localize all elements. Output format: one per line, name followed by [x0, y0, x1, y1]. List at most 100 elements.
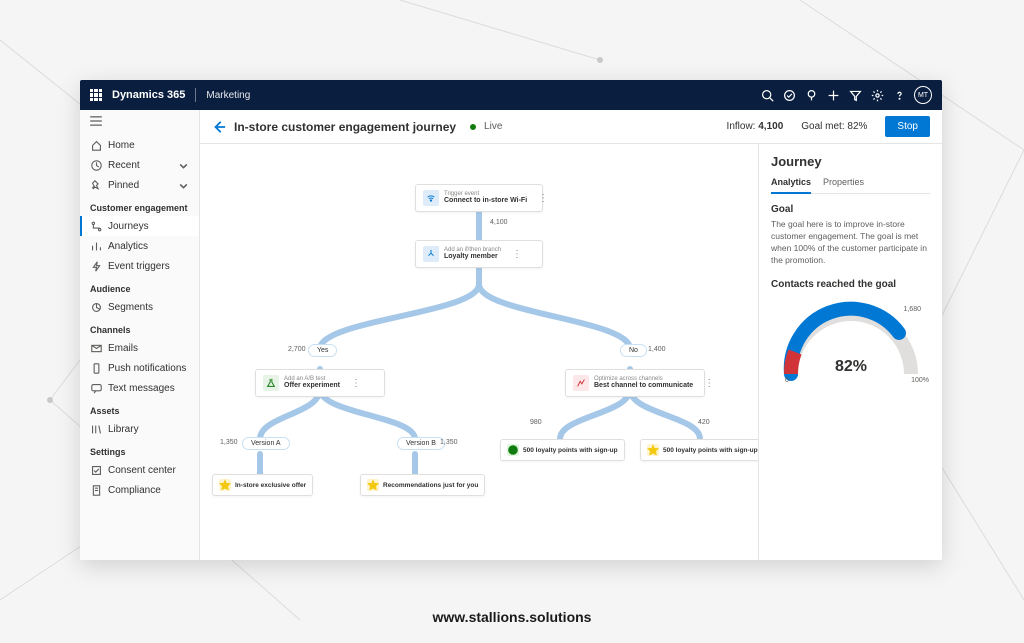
- more-icon[interactable]: ⋮: [704, 378, 714, 389]
- panel-title: Journey: [771, 154, 930, 169]
- nav-pinned[interactable]: Pinned: [80, 175, 199, 195]
- inflow-label: Inflow:: [727, 121, 756, 132]
- status-text: Live: [484, 121, 502, 132]
- tab-analytics[interactable]: Analytics: [771, 177, 811, 194]
- nav-text[interactable]: Text messages: [80, 378, 199, 398]
- node-loyalty-l[interactable]: 500 loyalty points with sign-up: [500, 439, 625, 461]
- node-offer-a[interactable]: In-store exclusive offer: [212, 474, 313, 496]
- flask-icon: [263, 375, 279, 391]
- node-label: Recommendations just for you: [383, 482, 478, 489]
- journey-canvas[interactable]: Trigger eventConnect to in-store Wi-Fi ⋮…: [200, 144, 758, 560]
- node-offer-b[interactable]: Recommendations just for you: [360, 474, 485, 496]
- nav-triggers[interactable]: Event triggers: [80, 256, 199, 276]
- node-loyalty-r[interactable]: 500 loyalty points with sign-up: [640, 439, 758, 461]
- goal-value: 82%: [847, 121, 867, 132]
- task-icon[interactable]: [778, 84, 800, 106]
- footer-url: www.stallions.solutions: [433, 609, 592, 625]
- nav-label: Journeys: [108, 221, 149, 232]
- node-branch[interactable]: Add an if/then branchLoyalty member ⋮: [415, 240, 543, 268]
- node-optimize[interactable]: Optimize across channelsBest channel to …: [565, 369, 705, 397]
- nav-label: Compliance: [108, 485, 161, 496]
- stop-button[interactable]: Stop: [885, 116, 930, 137]
- gauge-max: 100%: [911, 377, 929, 384]
- node-label: Best channel to communicate: [594, 382, 693, 390]
- bolt-icon: [90, 260, 102, 272]
- nav-compliance[interactable]: Compliance: [80, 480, 199, 500]
- segment-icon: [90, 301, 102, 313]
- node-eyebrow: Add an if/then branch: [444, 247, 501, 254]
- journey-icon: [90, 220, 102, 232]
- flow-count: 980: [530, 419, 542, 426]
- node-trigger[interactable]: Trigger eventConnect to in-store Wi-Fi ⋮: [415, 184, 543, 212]
- search-icon[interactable]: [756, 84, 778, 106]
- help-icon[interactable]: [888, 84, 910, 106]
- gear-icon[interactable]: [866, 84, 888, 106]
- gauge-min: 0: [785, 377, 789, 384]
- node-label: In-store exclusive offer: [235, 482, 306, 489]
- goalmet: Goal met: 82%: [801, 121, 867, 132]
- star-icon: [219, 479, 231, 491]
- group-audience: Audience: [80, 276, 199, 297]
- topbar: Dynamics 365 Marketing MT: [80, 80, 942, 110]
- gauge-value: 82%: [835, 358, 867, 376]
- nav-label: Library: [108, 424, 139, 435]
- nav-recent[interactable]: Recent: [80, 155, 199, 175]
- divider: [195, 88, 196, 102]
- sms-icon: [90, 382, 102, 394]
- badge-yes: Yes: [308, 344, 337, 357]
- chevron-down-icon: [177, 159, 189, 171]
- flow-count: 420: [698, 419, 710, 426]
- nav-library[interactable]: Library: [80, 419, 199, 439]
- node-eyebrow: Trigger event: [444, 191, 527, 198]
- library-icon: [90, 423, 102, 435]
- avatar[interactable]: MT: [914, 86, 932, 104]
- back-arrow-icon[interactable]: [212, 120, 226, 134]
- badge-version-b: Version B: [397, 437, 445, 450]
- page-title: In-store customer engagement journey: [234, 120, 456, 134]
- nav-label: Consent center: [108, 465, 176, 476]
- nav-label: Home: [108, 140, 135, 151]
- nav-emails[interactable]: Emails: [80, 338, 199, 358]
- flow-count: 2,700: [288, 346, 306, 353]
- node-abtest[interactable]: Add an A/B testOffer experiment ⋮: [255, 369, 385, 397]
- plus-icon[interactable]: [822, 84, 844, 106]
- node-label: Connect to in-store Wi-Fi: [444, 197, 527, 205]
- node-label: 500 loyalty points with sign-up: [523, 447, 618, 454]
- flow-count: 1,350: [440, 439, 458, 446]
- nav-push[interactable]: Push notifications: [80, 358, 199, 378]
- nav-segments[interactable]: Segments: [80, 297, 199, 317]
- pin-icon: [90, 179, 102, 191]
- hamburger-icon[interactable]: [80, 110, 199, 135]
- main: In-store customer engagement journey Liv…: [200, 110, 942, 560]
- more-icon[interactable]: ⋮: [538, 193, 548, 204]
- more-icon[interactable]: ⋮: [512, 249, 522, 260]
- tab-properties[interactable]: Properties: [823, 177, 864, 193]
- filter-icon[interactable]: [844, 84, 866, 106]
- consent-icon: [90, 464, 102, 476]
- flow-count: 4,100: [490, 219, 508, 226]
- node-eyebrow: Optimize across channels: [594, 376, 693, 383]
- nav-analytics[interactable]: Analytics: [80, 236, 199, 256]
- nav-label: Emails: [108, 343, 138, 354]
- bulb-icon[interactable]: [800, 84, 822, 106]
- nav-consent[interactable]: Consent center: [80, 460, 199, 480]
- home-icon: [90, 139, 102, 151]
- app-window: Dynamics 365 Marketing MT Home Recent Pi…: [80, 80, 942, 560]
- nav-home[interactable]: Home: [80, 135, 199, 155]
- flow-count: 1,400: [648, 346, 666, 353]
- app-launcher-icon[interactable]: [90, 89, 102, 101]
- chevron-down-icon: [177, 179, 189, 191]
- chat-icon: [507, 444, 519, 456]
- right-panel: Journey Analytics Properties Goal The go…: [758, 144, 942, 560]
- group-channels: Channels: [80, 317, 199, 338]
- more-icon[interactable]: ⋮: [351, 378, 361, 389]
- inflow: Inflow: 4,100: [727, 121, 784, 132]
- wifi-icon: [423, 190, 439, 206]
- nav-journeys[interactable]: Journeys: [80, 216, 199, 236]
- node-eyebrow: Add an A/B test: [284, 376, 340, 383]
- nav-label: Text messages: [108, 383, 175, 394]
- panel-tabs: Analytics Properties: [771, 177, 930, 194]
- sidebar: Home Recent Pinned Customer engagement J…: [80, 110, 200, 560]
- group-ce: Customer engagement: [80, 195, 199, 216]
- goal-body: The goal here is to improve in-store cus…: [771, 219, 930, 267]
